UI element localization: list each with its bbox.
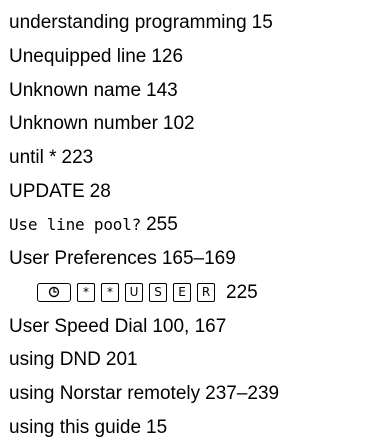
page-reference: 143 [146,79,178,101]
index-entry: UPDATE 28 [9,174,392,208]
page-reference: 15 [251,12,273,34]
key-cap: * [101,282,119,302]
page-reference: 15 [146,416,168,438]
page-reference: 223 [61,147,94,169]
page-reference: 165–169 [161,248,236,270]
index-term: User Speed Dial [9,315,148,337]
page-reference: 255 [146,214,178,236]
feature-key-icon [37,282,71,302]
page-reference: 237–239 [205,382,280,404]
index-entry: Unknown name 143 [9,73,392,107]
key-cap: U [125,282,143,302]
index-term: until * [9,147,57,169]
key-cap: * [77,282,95,302]
key-cap: S [149,282,167,302]
index-entry: Unequipped line 126 [9,40,392,74]
index-term: UPDATE [9,180,85,202]
index-term: Unknown name [9,79,142,101]
index-entry: using this guide 15 [9,410,392,444]
index-entry: until * 223 [9,141,392,175]
index-entry: using DND 201 [9,343,392,377]
display-text-term: Use line pool? [9,214,142,234]
index-entry: User Preferences 165–169 [9,242,392,276]
page-reference: 102 [162,113,195,135]
key-cap: E [173,282,191,302]
index-term: User Preferences [9,248,157,270]
index-term: Unequipped line [9,46,147,68]
index-term: using DND [9,349,101,371]
index-entry: Unknown number 102 [9,107,392,141]
index-entry: understanding programming 15 [9,6,392,40]
key-cap: R [197,282,215,302]
index-term: using this guide [9,416,142,438]
page-reference: 126 [151,46,184,68]
index-entry: User Speed Dial 100, 167 [9,309,392,343]
index-entry: using Norstar remotely 237–239 [9,377,392,411]
page-reference: 28 [89,180,111,202]
index-term: understanding programming [9,12,247,34]
index-entry: Use line pool? 255 [9,208,392,242]
page-reference: 225 [226,281,258,303]
index-term: Unknown number [9,113,158,135]
page-reference: 100, 167 [152,315,227,337]
page-reference: 201 [105,349,138,371]
index-list: understanding programming 15 Unequipped … [9,6,392,444]
index-term: using Norstar remotely [9,382,201,404]
key-sequence-entry: * * U S E R 225 [9,276,392,310]
